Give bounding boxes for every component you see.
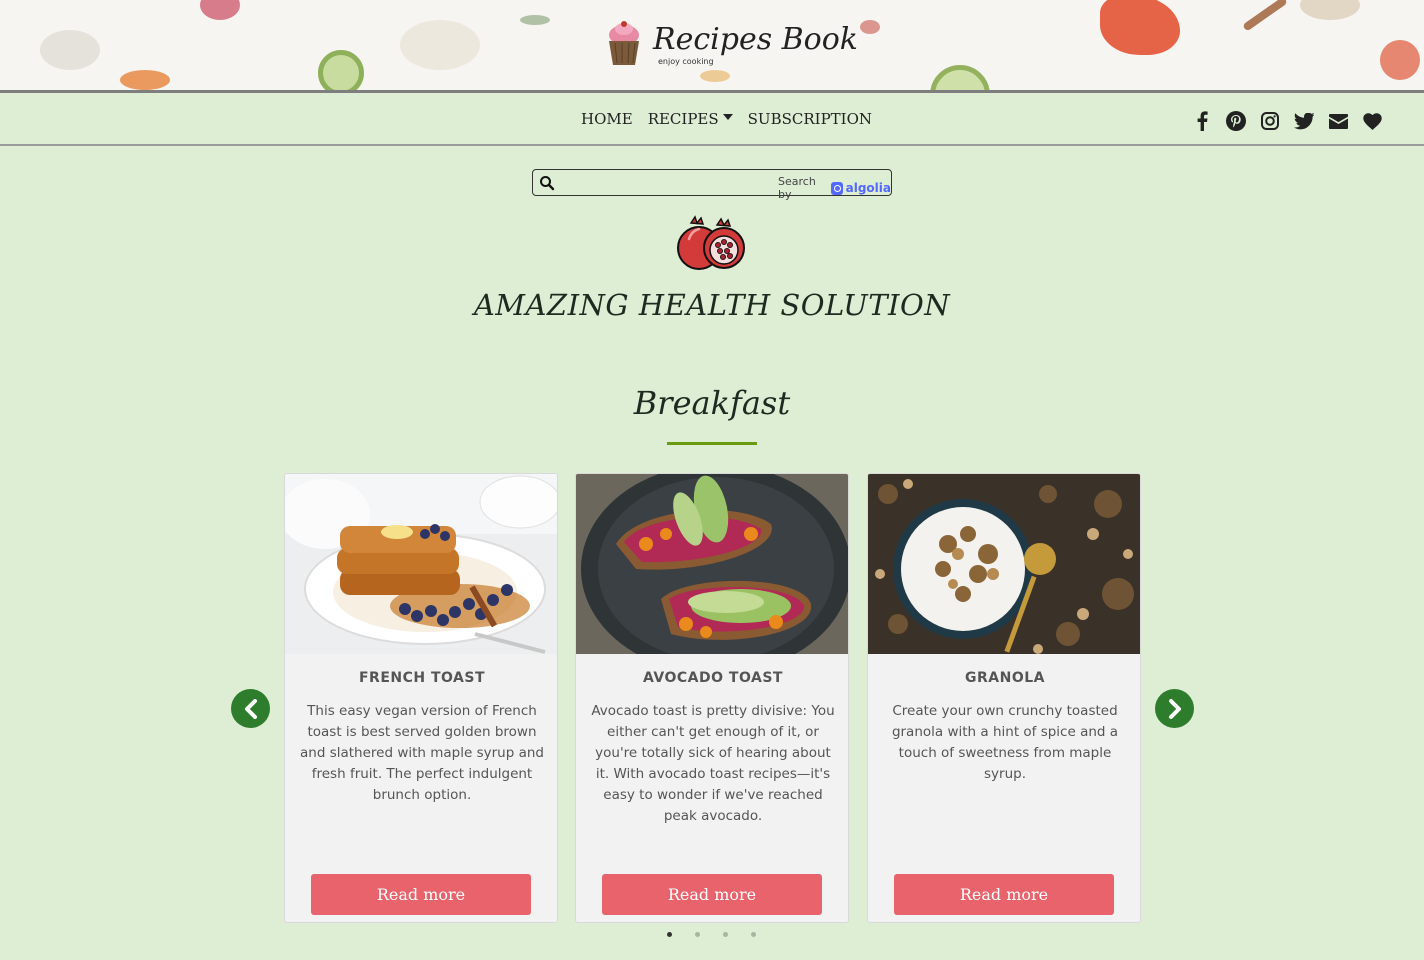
banner-decoration [700,70,730,82]
banner-decoration [1300,0,1360,20]
french-toast-image[interactable] [285,474,558,654]
carousel-prev-button[interactable] [231,689,270,728]
instagram-icon[interactable] [1260,111,1280,131]
carousel-dot[interactable] [723,932,728,937]
carousel-dot[interactable] [695,932,700,937]
banner-decoration [860,20,880,34]
banner-decoration [400,20,480,70]
nav-home-link[interactable]: Home [581,110,633,128]
card-description: Create your own crunchy toasted granola … [891,703,1119,782]
nav-links: Home Recipes Subscription [581,110,872,128]
main-navbar: Home Recipes Subscription [0,90,1424,146]
section-divider [667,442,757,445]
hero-title: AMAZING HEALTH SOLUTION [473,288,951,322]
algolia-icon [831,181,843,195]
nav-recipes-label: Recipes [647,110,719,128]
banner-decoration [1242,0,1288,32]
brand-tagline: enjoy cooking [658,57,714,66]
recipe-card: Granola Create your own crunchy toasted … [867,473,1141,923]
carousel-dot[interactable] [751,932,756,937]
envelope-icon[interactable] [1328,111,1348,131]
nav-home-label: Home [581,110,633,128]
recipe-card: French Toast This easy vegan version of … [284,473,558,923]
algolia-brand: algolia [845,181,891,195]
facebook-icon[interactable] [1192,111,1212,131]
social-links [1192,111,1382,131]
chevron-left-icon [244,698,257,719]
search-input[interactable] [561,172,801,193]
banner-decoration [930,65,990,90]
card-title: Granola [965,670,1045,686]
banner-decoration [1100,0,1180,55]
caret-down-icon [722,114,733,120]
banner-decoration [120,70,170,90]
search-by-label: Search by [778,175,816,201]
banner-decoration [318,50,364,90]
chevron-right-icon [1168,698,1181,719]
search-box: Search by algolia [532,169,892,201]
section-title: Breakfast [633,384,791,422]
banner-decoration [1380,40,1420,80]
card-description: This easy vegan version of French toast … [300,703,544,803]
carousel-pagination [667,932,756,937]
banner-decoration [520,15,550,25]
read-more-button[interactable]: Read more [602,874,822,915]
pomegranate-icon [677,215,745,270]
search-by-algolia[interactable]: Search by algolia [778,175,891,201]
pinterest-icon[interactable] [1226,111,1246,131]
recipe-card: Avocado Toast Avocado toast is pretty di… [575,473,849,923]
carousel-dot[interactable] [667,932,672,937]
avocado-toast-image[interactable] [576,474,849,654]
banner-decoration [40,30,100,70]
nav-subscription-label: Subscription [747,110,873,128]
heart-icon[interactable] [1362,111,1382,131]
card-title: Avocado Toast [643,670,783,686]
brand-title: Recipes Book [653,22,858,57]
card-title: French Toast [358,670,486,686]
header-banner: Recipes Book enjoy cooking [0,0,1424,90]
granola-image[interactable] [868,474,1141,654]
read-more-button[interactable]: Read more [311,874,531,915]
twitter-icon[interactable] [1294,111,1314,131]
site-logo[interactable]: Recipes Book enjoy cooking [605,18,858,70]
nav-subscription-link[interactable]: Subscription [748,110,872,128]
card-description: Avocado toast is pretty divisive: You ei… [591,703,835,824]
read-more-button[interactable]: Read more [894,874,1114,915]
nav-recipes-dropdown[interactable]: Recipes [648,110,733,128]
search-icon [540,176,555,191]
cupcake-icon [609,21,639,65]
carousel-next-button[interactable] [1155,689,1194,728]
banner-decoration [200,0,240,20]
